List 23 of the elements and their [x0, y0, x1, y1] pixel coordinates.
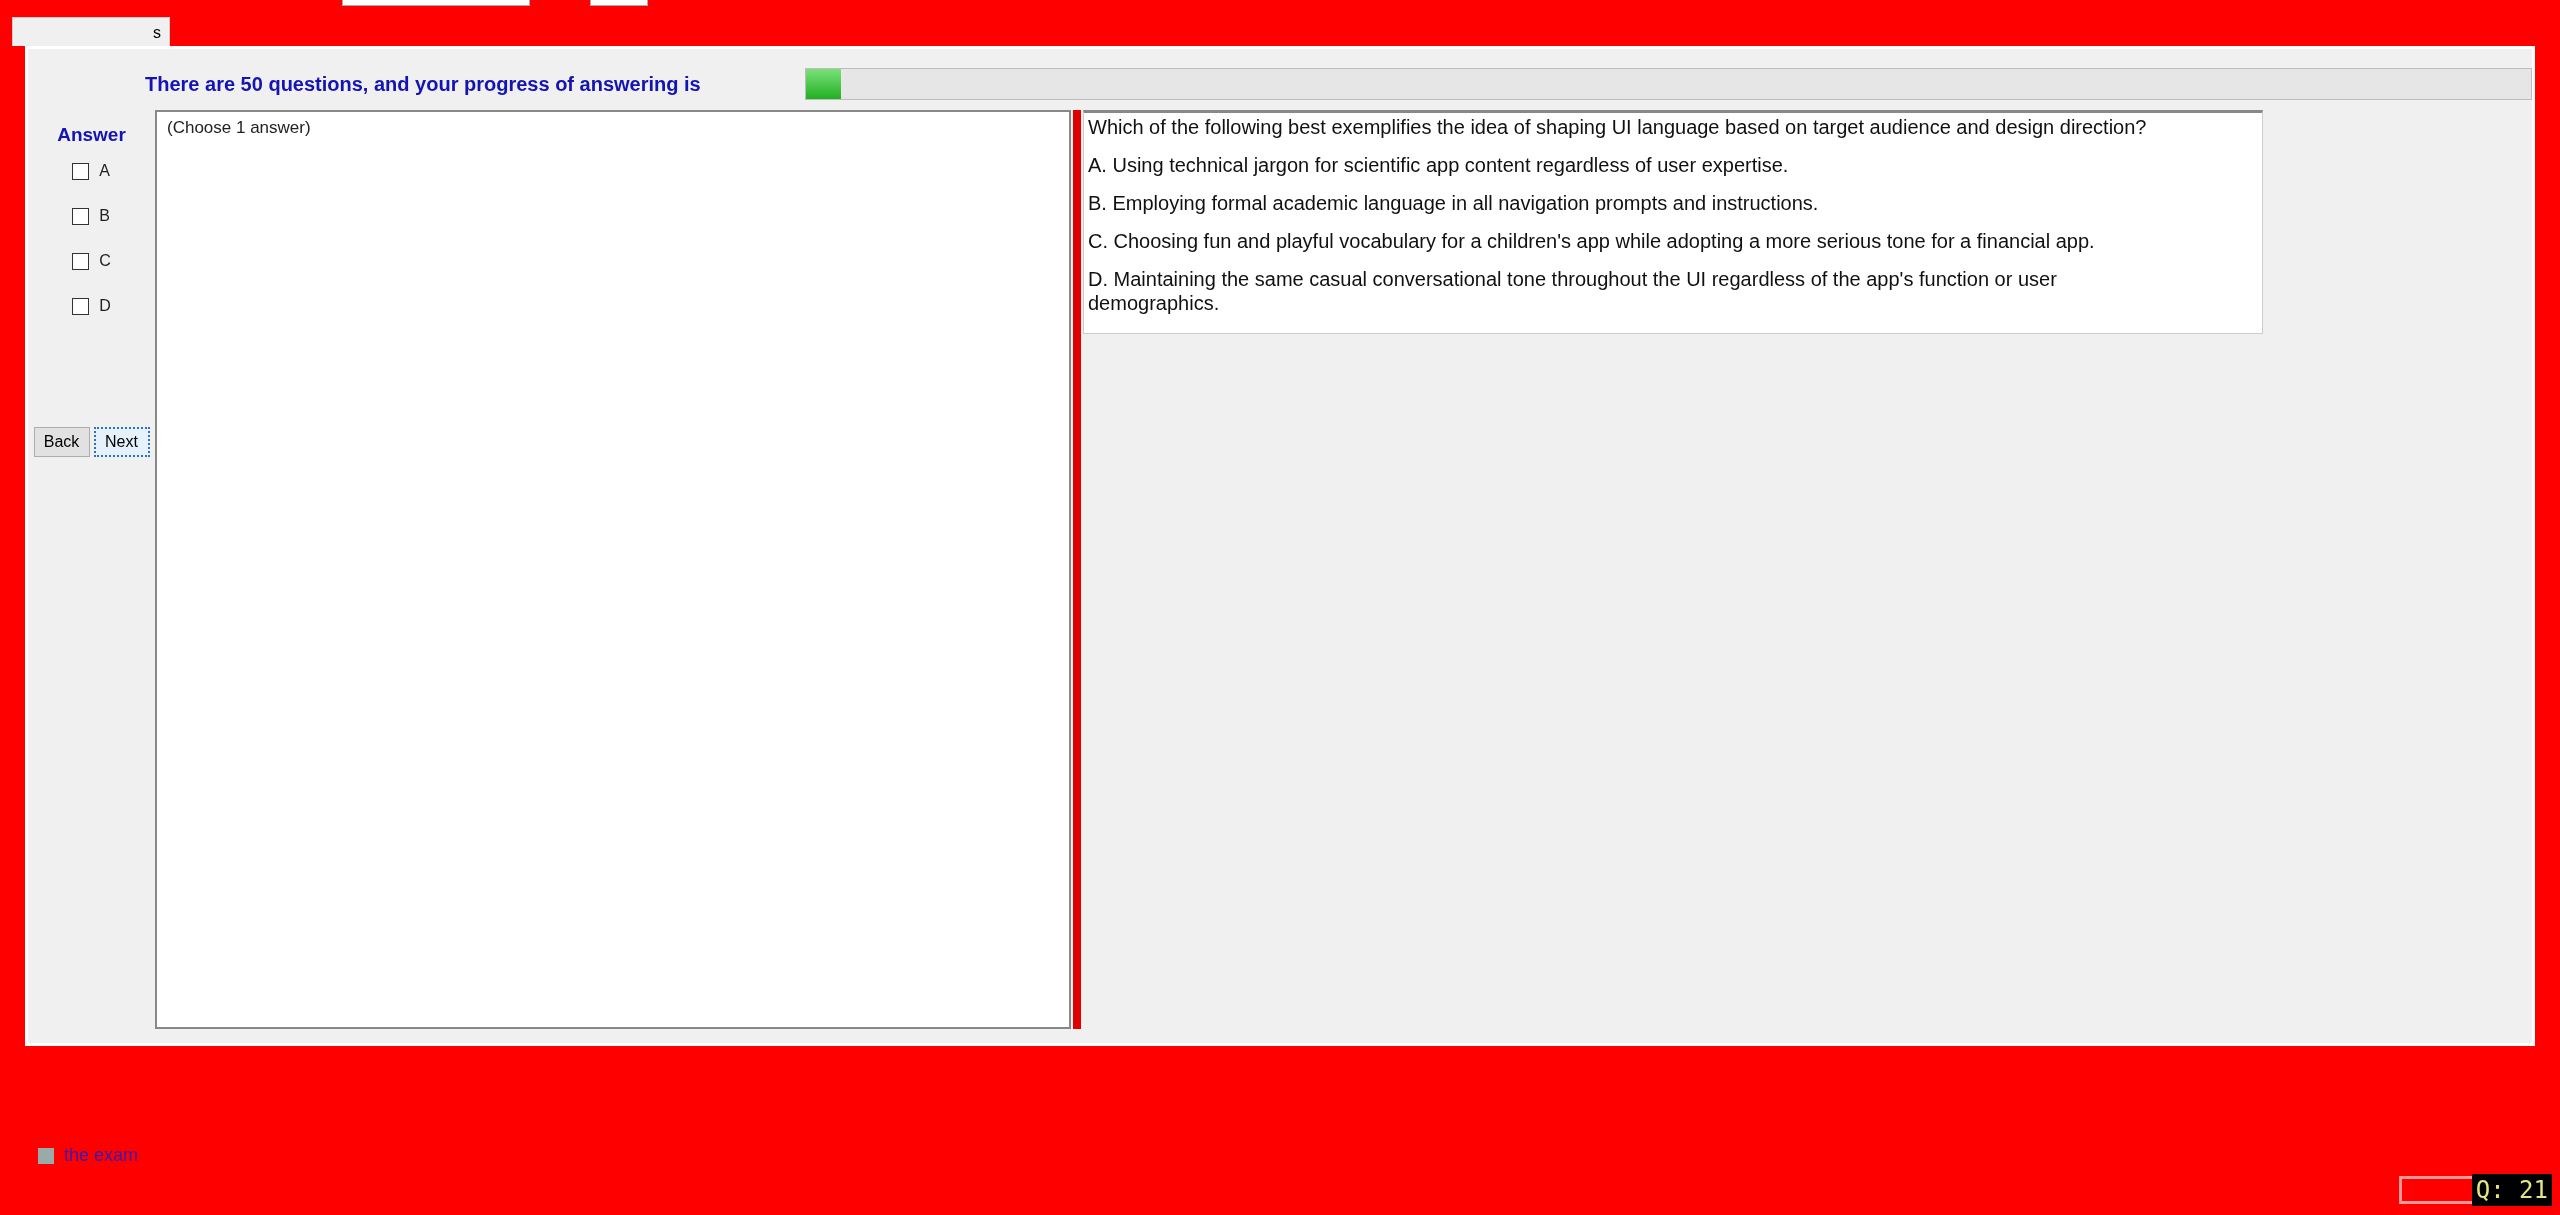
- input-field[interactable]: [342, 0, 530, 6]
- choice-text: D. Maintaining the same casual conversational tone throughout the UI regardless of the app's function or user demographics.: [1088, 267, 2058, 315]
- answer-hint: (Choose 1 answer): [167, 118, 311, 137]
- option-label[interactable]: B: [99, 207, 110, 225]
- tab[interactable]: s: [12, 17, 170, 46]
- next-button[interactable]: Next: [93, 427, 150, 457]
- option-label[interactable]: A: [99, 162, 110, 180]
- question-counter: Q: 21: [2471, 1174, 2552, 1206]
- checkbox[interactable]: [38, 1147, 54, 1164]
- checkbox[interactable]: [72, 297, 90, 315]
- answer-heading: Answer: [57, 124, 126, 146]
- question-text: Which of the following best exemplifies the idea of shaping UI language based on target audience and design direction?: [1088, 115, 2148, 139]
- choice-text: A. Using technical jargon for scientific app content regardless of user expertise.: [1088, 153, 1790, 177]
- option-label[interactable]: D: [99, 297, 111, 315]
- choice-text: B. Employing formal academic language in all navigation prompts and instructions.: [1088, 191, 1820, 215]
- checkbox[interactable]: [72, 207, 90, 225]
- checkbox[interactable]: [72, 252, 90, 270]
- back-button[interactable]: Back: [33, 427, 90, 457]
- progress-label: There are 50 questions, and your progress of answering is: [145, 72, 702, 96]
- choice-text: C. Choosing fun and playful vocabulary for a children's app while adopting a more serious tone for a financial app.: [1088, 229, 2096, 253]
- checkbox[interactable]: [72, 162, 90, 180]
- option-label[interactable]: C: [99, 252, 111, 270]
- input-field[interactable]: [590, 0, 648, 6]
